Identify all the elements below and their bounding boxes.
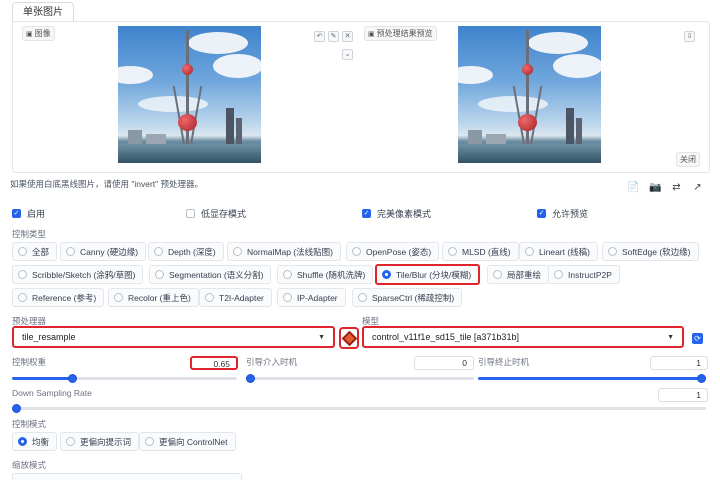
chevron-down-icon: ▼ [318, 333, 325, 341]
control-type-canny[interactable]: Canny (硬边缘) [60, 242, 147, 261]
control-type-inpaint[interactable]: 局部重绘 [487, 265, 550, 284]
control-type-lineart[interactable]: Lineart (线稿) [519, 242, 599, 261]
chevron-down-icon: ▼ [667, 333, 674, 341]
image-panel [12, 21, 710, 173]
control-weight-label: 控制权重 [12, 357, 47, 367]
allow-preview-checkbox[interactable]: ✓ 允许预览 [537, 207, 588, 220]
control-type-instructp2p[interactable]: InstructP2P [548, 265, 620, 284]
control-type-segmentation[interactable]: Segmentation (语义分割) [149, 265, 272, 284]
control-mode-balanced[interactable]: 均衡 [12, 432, 58, 451]
control-weight-input[interactable]: 0.65 [190, 356, 238, 370]
enable-checkbox[interactable]: ✓ 启用 [12, 207, 45, 220]
start-step-input[interactable]: 0 [414, 356, 474, 370]
preview-image [458, 26, 601, 163]
send-dimensions-icon[interactable]: ↗ [692, 182, 703, 193]
preview-label: ▣ 预处理结果预览 [364, 26, 437, 41]
control-weight-slider[interactable] [12, 374, 237, 383]
control-type-all[interactable]: 全部 [12, 242, 58, 261]
low-vram-checkbox[interactable]: 低显存模式 [186, 207, 246, 220]
down-sampling-label: Down Sampling Rate [12, 388, 92, 398]
control-mode-prompt[interactable]: 更偏向提示词 [60, 432, 140, 451]
control-type-tile-blur[interactable]: Tile/Blur (分块/模糊) [375, 264, 481, 285]
close-icon[interactable]: ✕ [342, 31, 353, 42]
invert-hint-text: 如果使用白底黑线图片，请使用 "invert" 预处理器。 [10, 179, 204, 189]
new-canvas-icon[interactable]: 📄 [627, 182, 639, 193]
end-step-label: 引导终止时机 [478, 357, 530, 367]
preprocessor-select[interactable]: tile_resample ▼ [12, 326, 335, 348]
control-type-normalmap[interactable]: NormalMap (法线贴图) [227, 242, 341, 261]
refresh-models-icon[interactable]: ⟳ [692, 333, 703, 344]
tab-single-image[interactable]: 单张图片 [12, 2, 74, 22]
image-icon: ▣ [368, 30, 375, 38]
end-step-slider[interactable] [478, 374, 706, 383]
start-step-label: 引导介入时机 [246, 357, 298, 367]
resize-mode-label: 缩放模式 [12, 460, 47, 470]
pixel-perfect-checkbox[interactable]: ✓ 完美像素模式 [362, 207, 431, 220]
control-type-recolor[interactable]: Recolor (重上色) [108, 288, 199, 307]
control-type-shuffle[interactable]: Shuffle (随机洗牌) [277, 265, 374, 284]
control-type-t2i-adapter[interactable]: T2I-Adapter [199, 288, 272, 307]
download-icon[interactable]: ⇩ [684, 31, 695, 42]
swap-icon[interactable]: ⇄ [671, 182, 682, 193]
resize-mode-options[interactable] [12, 473, 242, 480]
control-mode-label: 控制模式 [12, 419, 47, 429]
control-type-softedge[interactable]: SoftEdge (软边缘) [602, 242, 699, 261]
camera-icon[interactable]: 📷 [649, 182, 661, 193]
model-select[interactable]: control_v11f1e_sd15_tile [a371b31b] ▼ [362, 326, 684, 348]
undo-icon[interactable]: ↶ [314, 31, 325, 42]
run-preprocessor-button[interactable] [339, 327, 359, 349]
close-preview-button[interactable]: 关闭 [676, 152, 700, 167]
control-type-label: 控制类型 [12, 229, 47, 239]
control-type-sparsectrl[interactable]: SparseCtrl (稀疏控制) [352, 288, 463, 307]
image-input-label: ▣ 图像 [22, 26, 55, 41]
image-icon: ▣ [26, 30, 33, 38]
control-type-ip-adapter[interactable]: IP-Adapter [277, 288, 346, 307]
input-image[interactable] [118, 26, 261, 163]
down-sampling-input[interactable]: 1 [658, 388, 708, 402]
control-type-depth[interactable]: Depth (深度) [148, 242, 224, 261]
fold-icon[interactable]: ⌄ [342, 49, 353, 60]
end-step-input[interactable]: 1 [650, 356, 708, 370]
control-type-mlsd[interactable]: MLSD (直线) [442, 242, 519, 261]
control-type-scribble[interactable]: Scribble/Sketch (涂鸦/草图) [12, 265, 144, 284]
start-step-slider[interactable] [246, 374, 474, 383]
control-type-openpose[interactable]: OpenPose (姿态) [346, 242, 440, 261]
explosion-icon [341, 330, 357, 346]
control-mode-controlnet[interactable]: 更偏向 ControlNet [139, 432, 236, 451]
brush-icon[interactable]: ✎ [328, 31, 339, 42]
control-type-reference[interactable]: Reference (参考) [12, 288, 105, 307]
down-sampling-slider[interactable] [12, 404, 706, 413]
